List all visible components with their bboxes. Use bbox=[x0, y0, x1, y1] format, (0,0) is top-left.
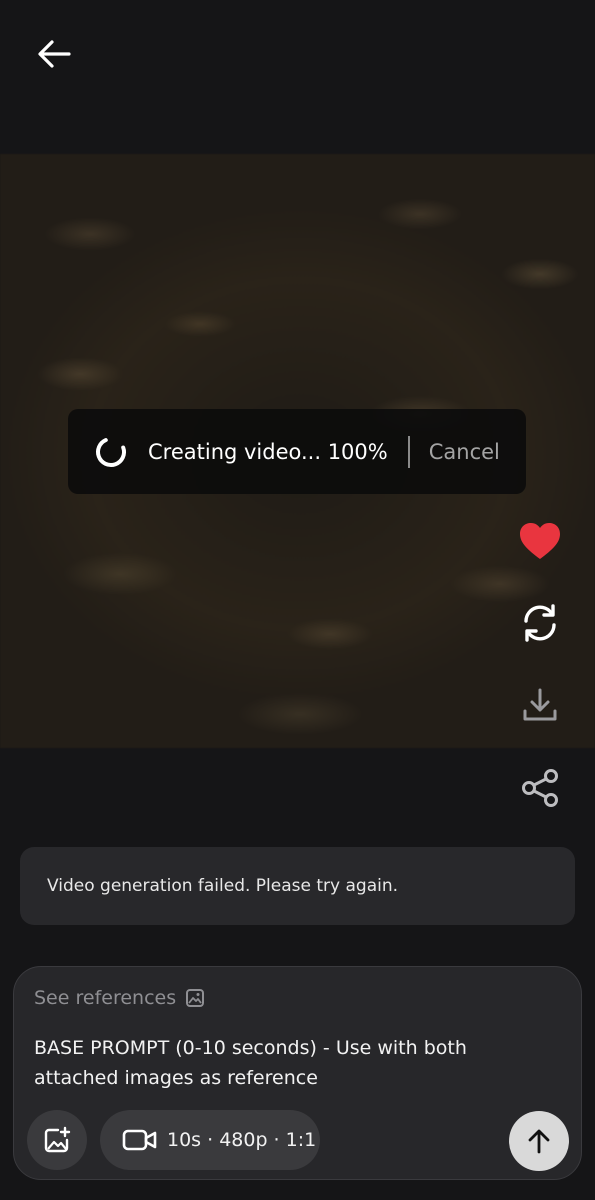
loading-spinner-icon bbox=[96, 436, 126, 467]
heart-icon bbox=[520, 523, 560, 559]
arrow-left-icon bbox=[38, 40, 71, 68]
add-image-button[interactable] bbox=[27, 1110, 87, 1170]
share-icon bbox=[522, 769, 558, 807]
send-button[interactable] bbox=[509, 1111, 569, 1171]
progress-toast: Creating video... 100% Cancel bbox=[68, 409, 526, 494]
arrow-up-icon bbox=[528, 1129, 550, 1154]
regenerate-button[interactable] bbox=[514, 597, 566, 649]
prompt-composer: See references BASE PROMPT (0-10 seconds… bbox=[13, 966, 582, 1180]
back-button[interactable] bbox=[28, 30, 80, 78]
refresh-icon bbox=[524, 604, 556, 642]
download-button[interactable] bbox=[514, 679, 566, 731]
like-button[interactable] bbox=[514, 515, 566, 567]
progress-status-text: Creating video... 100% bbox=[148, 439, 388, 464]
error-message: Video generation failed. Please try agai… bbox=[47, 876, 399, 896]
see-references-label: See references bbox=[34, 987, 177, 1009]
prompt-input[interactable]: BASE PROMPT (0-10 seconds) - Use with bo… bbox=[34, 1033, 554, 1093]
video-settings-label: 10s · 480p · 1:1 bbox=[167, 1129, 317, 1151]
add-image-icon bbox=[44, 1126, 71, 1153]
cancel-button[interactable]: Cancel bbox=[429, 440, 500, 464]
share-button[interactable] bbox=[514, 762, 566, 814]
image-icon bbox=[186, 989, 205, 1007]
video-camera-icon bbox=[122, 1129, 157, 1151]
download-icon bbox=[523, 688, 557, 721]
toast-divider bbox=[407, 435, 410, 468]
video-settings-chip[interactable]: 10s · 480p · 1:1 bbox=[100, 1110, 320, 1170]
error-message-card: Video generation failed. Please try agai… bbox=[20, 847, 575, 925]
top-bar bbox=[0, 0, 595, 110]
see-references-link[interactable]: See references bbox=[34, 987, 205, 1009]
